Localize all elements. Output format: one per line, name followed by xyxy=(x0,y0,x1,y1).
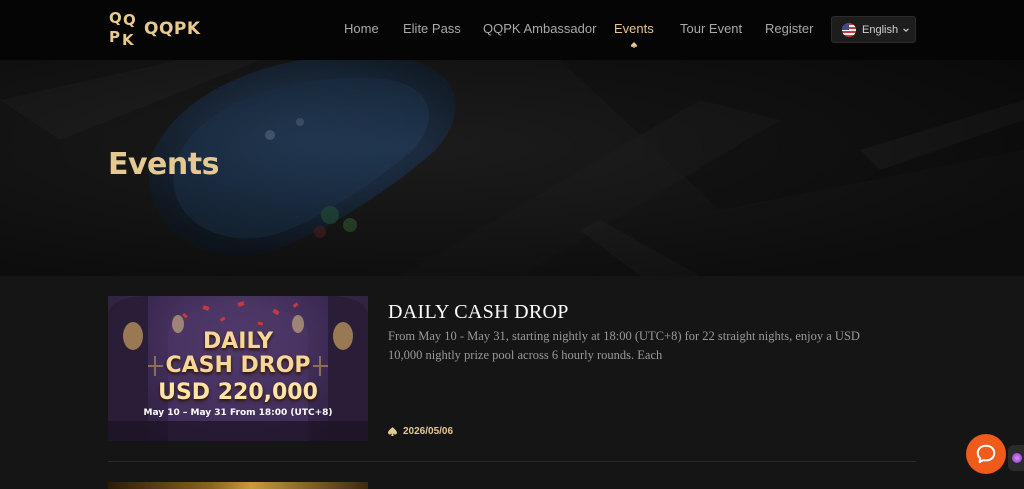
thumbnail-headline-line2: CASH DROP xyxy=(165,353,311,378)
event-thumbnail-image[interactable]: DAILY CASH DROP USD 220,000 May 10 – May… xyxy=(108,296,368,441)
spade-icon xyxy=(388,427,397,436)
nav-item-elite-pass[interactable]: Elite Pass xyxy=(403,21,461,36)
live-chat-button[interactable] xyxy=(966,434,1006,474)
logo-text: QQPK xyxy=(144,19,201,39)
event-date-text: 2026/05/06 xyxy=(403,426,454,437)
nav-item-qqpk-ambassador[interactable]: QQPK Ambassador xyxy=(483,21,596,36)
page: Q Q P K QQPK Home Elite Pass QQPK Ambass… xyxy=(0,0,1024,489)
language-selector[interactable]: English xyxy=(831,16,916,43)
event-title[interactable]: DAILY CASH DROP xyxy=(388,301,569,324)
divider xyxy=(108,461,916,462)
logo-mark-letter: Q xyxy=(109,9,122,27)
qqpk-logo[interactable]: Q Q P K QQPK xyxy=(108,10,201,48)
side-widget-tab[interactable] xyxy=(1008,445,1024,471)
thumbnail-headline-line1: DAILY xyxy=(203,329,273,354)
logo-mark-letter: K xyxy=(122,31,134,49)
logo-mark-letter: Q xyxy=(123,11,136,29)
chevron-down-icon xyxy=(903,27,909,32)
page-title: Events xyxy=(108,147,219,182)
top-navigation-bar: Q Q P K QQPK Home Elite Pass QQPK Ambass… xyxy=(0,0,1024,60)
next-event-thumbnail-image[interactable] xyxy=(108,482,368,489)
nav-item-home[interactable]: Home xyxy=(344,21,379,36)
thumbnail-date-range: May 10 – May 31 From 18:00 (UTC+8) xyxy=(143,408,333,418)
us-flag-icon xyxy=(842,22,856,37)
thumbnail-prize-amount: USD 220,000 xyxy=(158,380,318,405)
event-list: DAILY CASH DROP USD 220,000 May 10 – May… xyxy=(0,276,1024,489)
widget-logo-icon xyxy=(1012,453,1022,463)
chat-bubble-icon xyxy=(976,444,996,464)
nav-item-tour-event[interactable]: Tour Event xyxy=(680,21,742,36)
nav-item-events[interactable]: Events xyxy=(614,21,654,36)
language-label: English xyxy=(862,23,899,36)
logo-mark-letter: P xyxy=(109,28,120,46)
spade-icon xyxy=(631,42,637,48)
event-card[interactable]: DAILY CASH DROP USD 220,000 May 10 – May… xyxy=(108,296,916,441)
hero-banner: Events xyxy=(0,60,1024,276)
logo-mark-icon: Q Q P K xyxy=(108,10,142,48)
event-description: From May 10 - May 31, starting nightly a… xyxy=(388,329,860,362)
nav-item-register[interactable]: Register xyxy=(765,21,813,36)
event-date: 2026/05/06 xyxy=(388,426,453,437)
